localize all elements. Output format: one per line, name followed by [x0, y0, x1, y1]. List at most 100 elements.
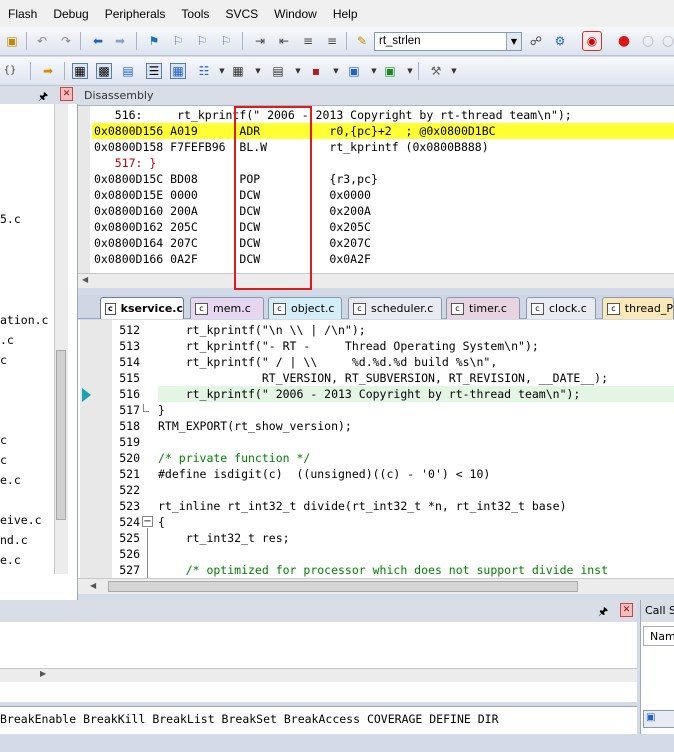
project-file[interactable]: e.c [0, 473, 21, 487]
code-line-current[interactable]: rt_kprintf(" 2006 - 2013 Copyright by rt… [158, 386, 581, 402]
project-scrollbar-thumb[interactable] [56, 350, 66, 520]
redo-icon[interactable]: ↷ [58, 33, 74, 49]
project-file[interactable]: c [0, 453, 7, 467]
tab-scheduler[interactable]: c scheduler.c [348, 297, 442, 319]
code-line[interactable]: /* optimized for processor which does no… [158, 562, 608, 578]
editor-hscrollbar[interactable]: ◀ [78, 578, 674, 594]
nav-back-icon[interactable]: ⬅ [90, 33, 106, 49]
find-in-files-icon[interactable]: ✎ [354, 33, 370, 49]
code-line[interactable]: rt_kprintf("- RT - Thread Operating Syst… [158, 338, 539, 354]
close-icon[interactable]: ✕ [60, 87, 73, 101]
registers-window-icon[interactable]: ☰ [146, 63, 162, 79]
code-line[interactable]: rt_kprintf(" / | \\ %d.%d.%d build %s\n"… [158, 354, 498, 370]
call-stack-tab[interactable]: ▣ [643, 710, 674, 728]
incremental-find-icon[interactable]: ⚙ [552, 33, 568, 49]
code-line[interactable]: #define isdigit(c) ((unsigned)((c) - '0'… [158, 466, 490, 482]
menu-debug[interactable]: Debug [45, 7, 96, 21]
debug-session-icon[interactable]: ◉ [582, 31, 602, 51]
chevron-down-icon[interactable]: ▼ [328, 63, 344, 79]
trace-window-icon[interactable]: ▣ [346, 63, 362, 79]
show-next-statement-icon[interactable]: ➡ [40, 63, 56, 79]
code-line[interactable]: rt_inline rt_int32_t divide(rt_int32_t *… [158, 498, 567, 514]
scroll-left-icon[interactable]: ◀ [82, 275, 88, 284]
breakpoint-disable-icon[interactable]: ○ [640, 33, 656, 49]
tab-mem[interactable]: c mem.c [190, 297, 264, 319]
project-file[interactable]: e.c [0, 553, 21, 567]
nav-forward-icon[interactable]: ➡ [112, 33, 128, 49]
serial-window-icon[interactable]: ▤ [270, 63, 286, 79]
chevron-down-icon[interactable]: ▼ [290, 63, 306, 79]
project-file[interactable]: 5.c [0, 212, 21, 226]
code-line[interactable]: { [158, 514, 165, 530]
code-line[interactable]: RT_VERSION, RT_SUBVERSION, RT_REVISION, … [158, 370, 608, 386]
close-icon[interactable]: ✕ [620, 603, 633, 617]
code-line[interactable]: rt_int32_t res; [158, 530, 290, 546]
bookmark-prev-icon[interactable]: ⚐ [170, 33, 186, 49]
indent-icon[interactable]: ⇥ [252, 33, 268, 49]
menu-tools[interactable]: Tools [173, 7, 217, 21]
command-window-icon[interactable]: ▦ [72, 63, 88, 79]
paste-icon[interactable]: ▣ [4, 33, 20, 49]
code-line[interactable]: /* private function */ [158, 450, 310, 466]
pin-icon[interactable]: 🖈 [598, 603, 608, 622]
chevron-down-icon[interactable]: ▼ [402, 63, 418, 79]
call-stack-column-header[interactable]: Nam [643, 626, 674, 646]
disasm-line[interactable]: 0x0800D162 205C DCW 0x205C [94, 219, 371, 235]
disassembly-window-icon[interactable]: ▩ [96, 63, 112, 79]
tab-timer[interactable]: c timer.c [446, 297, 520, 319]
editor-hscrollbar-thumb[interactable] [108, 581, 578, 592]
fold-collapse-icon[interactable]: − [142, 516, 153, 527]
undo-icon[interactable]: ↶ [34, 33, 50, 49]
code-line[interactable]: RTM_EXPORT(rt_show_version); [158, 418, 352, 434]
chevron-down-icon[interactable]: ▼ [506, 33, 521, 50]
disasm-line[interactable]: 0x0800D15E 0000 DCW 0x0000 [94, 187, 371, 203]
project-file[interactable]: c [0, 353, 7, 367]
project-file[interactable]: ation.c [0, 313, 48, 327]
chevron-down-icon[interactable]: ▼ [446, 63, 462, 79]
scroll-left-icon[interactable]: ◀ [90, 581, 96, 590]
breakpoint-all-icon[interactable]: ○ [660, 33, 674, 49]
call-stack-window-icon[interactable]: ▦ [170, 63, 186, 79]
chevron-down-icon[interactable]: ▼ [366, 63, 382, 79]
comment-icon[interactable]: ≡ [300, 33, 316, 49]
toolbox-icon[interactable]: ⚒ [428, 63, 444, 79]
find-icon[interactable]: ☍ [528, 33, 544, 49]
function-combo[interactable]: rt_strlen ▼ [374, 32, 522, 51]
disasm-line[interactable]: 517: } [94, 155, 157, 171]
tab-clock[interactable]: c clock.c [526, 297, 596, 319]
tab-thread[interactable]: c thread_P [602, 297, 674, 319]
watch-window-icon[interactable]: ☷ [196, 63, 212, 79]
command-pane[interactable]: BreakEnable BreakKill BreakList BreakSet… [0, 706, 637, 734]
uncomment-icon[interactable]: ≡ [324, 33, 340, 49]
menu-peripherals[interactable]: Peripherals [97, 7, 174, 21]
bookmark-clear-icon[interactable]: ⚐ [218, 33, 234, 49]
code-line[interactable]: } [158, 402, 165, 418]
code-line[interactable]: rt_kprintf("\n \\ | /\n"); [158, 322, 366, 338]
output-hscrollbar[interactable]: ▶ [0, 668, 637, 682]
memory-window-icon[interactable]: ▦ [230, 63, 246, 79]
analysis-window-icon[interactable]: ▪ [308, 63, 324, 79]
tab-object[interactable]: c object.c [268, 297, 342, 319]
chevron-down-icon[interactable]: ▼ [250, 63, 266, 79]
chevron-down-icon[interactable]: ▼ [214, 63, 230, 79]
tab-kservice[interactable]: c kservice.c [100, 297, 184, 319]
disassembly-window[interactable]: 516: rt_kprintf(" 2006 - 2013 Copyright … [78, 106, 674, 288]
project-file[interactable]: .c [0, 333, 14, 347]
disasm-line[interactable]: 0x0800D160 200A DCW 0x200A [94, 203, 371, 219]
disassembly-hscrollbar[interactable]: ◀ [78, 273, 674, 288]
bookmark-icon[interactable]: ⚑ [146, 33, 162, 49]
menu-svcs[interactable]: SVCS [217, 7, 266, 21]
menu-flash[interactable]: Flash [0, 7, 45, 21]
menu-window[interactable]: Window [266, 7, 325, 21]
pin-icon[interactable]: 🖈 [38, 88, 48, 107]
breakpoint-icon[interactable]: ● [616, 33, 632, 49]
project-file[interactable]: c [0, 433, 7, 447]
disasm-line[interactable]: 0x0800D166 0A2F DCW 0x0A2F [94, 251, 371, 267]
system-viewer-icon[interactable]: ▣ [382, 63, 398, 79]
menu-help[interactable]: Help [325, 7, 366, 21]
scroll-right-icon[interactable]: ▶ [40, 669, 54, 682]
symbols-window-icon[interactable]: ▤ [120, 63, 136, 79]
step-out-icon[interactable]: {} [2, 63, 18, 79]
project-file[interactable]: nd.c [0, 533, 28, 547]
bookmark-next-icon[interactable]: ⚐ [194, 33, 210, 49]
